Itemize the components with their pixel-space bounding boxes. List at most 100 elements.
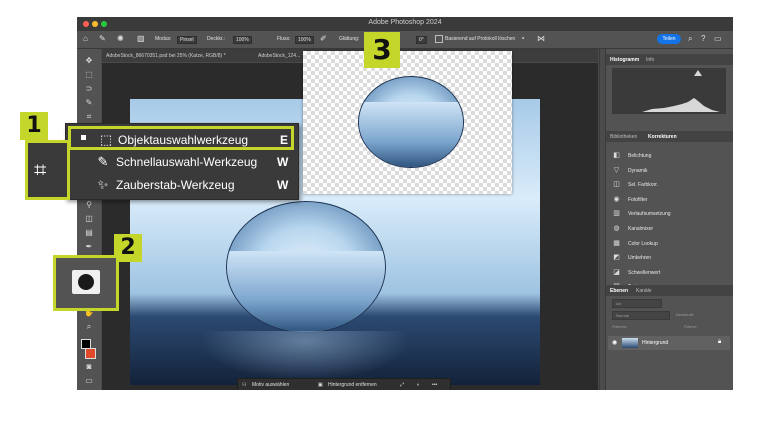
search-icon[interactable]: ⌕ <box>688 34 692 44</box>
mode-select[interactable]: Pinsel <box>177 36 197 44</box>
brush-settings-icon[interactable]: ▧ <box>137 34 145 43</box>
move-tool-icon[interactable]: ✥ <box>82 55 96 67</box>
tab-info[interactable]: Info <box>646 57 654 63</box>
transform-icon[interactable]: ⤢ <box>400 382 404 388</box>
active-tool-marker <box>81 135 86 140</box>
exposure-icon: ◧ <box>613 152 620 159</box>
lock-icon[interactable]: 🔒︎ <box>718 339 721 346</box>
gradient-map-icon: ▥ <box>613 210 620 218</box>
workspace-icon[interactable]: ▭ <box>714 34 722 43</box>
layer-row[interactable]: ◉ Hintergrund 🔒︎ <box>608 336 730 350</box>
layer-thumbnail <box>622 338 638 348</box>
quick-mask-zoom <box>53 255 119 311</box>
tab-histogram[interactable]: Histogramm <box>610 57 639 63</box>
symmetry-icon[interactable]: ⋈ <box>537 34 545 43</box>
zoom-tool-icon[interactable]: ⌕ <box>82 321 96 333</box>
marquee-tool-icon[interactable]: ⬚ <box>82 69 96 81</box>
histogram-display <box>612 68 726 114</box>
flyout-item-magic-wand[interactable]: ✨︎ Zauberstab-Werkzeug W <box>66 174 298 196</box>
crop-tool-icon[interactable]: ⌗ <box>82 111 96 123</box>
document-tab[interactable]: AdobeStock_124... <box>258 53 300 59</box>
lasso-tool-icon[interactable]: ⊃ <box>82 83 96 95</box>
pen-tool-icon[interactable]: ✒ <box>82 241 96 253</box>
adjustment-item[interactable]: ◩ Umkehren <box>612 251 722 265</box>
flyout-item-label: Schnellauswahl-Werkzeug <box>116 155 258 169</box>
quick-mask-icon[interactable]: ◙ <box>82 361 96 373</box>
tab-adjustments[interactable]: Korrekturen <box>648 134 677 140</box>
adjustment-item[interactable]: ◍ Kanalmixer <box>612 222 722 236</box>
home-icon[interactable]: ⌂ <box>83 34 88 43</box>
adjustment-item[interactable]: ◫ Sel. Farbkorr. <box>612 178 722 192</box>
tab-layers[interactable]: Ebenen <box>610 288 628 294</box>
erase-history-label: Basierend auf Protokoll löschen <box>445 36 516 42</box>
cutout-preview <box>303 51 512 194</box>
adjustment-label: Fotofilter <box>628 196 648 203</box>
background-color-swatch[interactable] <box>85 348 96 359</box>
angle-field[interactable]: 0° <box>416 36 427 44</box>
blend-mode-select[interactable]: Normal <box>612 311 670 320</box>
brush-tool-icon[interactable]: ✎ <box>82 97 96 109</box>
bowl-reflection <box>200 331 410 381</box>
adjustment-label: Sel. Farbkorr. <box>628 182 659 189</box>
adjustment-label: Color Lookup <box>628 240 658 247</box>
crop-tool-zoom: ⌗ <box>25 140 70 200</box>
tab-channels[interactable]: Kanäle <box>636 288 652 294</box>
adjustment-label: Umkehren <box>628 255 652 262</box>
layer-filter-text: Art <box>616 301 622 306</box>
eraser-tool-icon[interactable]: ✎ <box>99 34 106 43</box>
flyout-item-quick-selection[interactable]: ✎ Schnellauswahl-Werkzeug W <box>66 151 298 173</box>
remove-background-icon[interactable]: ▣ <box>318 382 323 388</box>
layer-filter-field[interactable]: Art <box>612 299 662 308</box>
more-options-icon[interactable]: ••• <box>432 382 437 388</box>
adjustment-label: Schwellenwert <box>628 269 661 276</box>
color-lookup-icon: ▦ <box>613 239 620 247</box>
adjustment-item[interactable]: ◪ Schwellenwert <box>612 266 722 280</box>
quick-mask-icon-circle <box>78 274 94 290</box>
erase-history-checkbox[interactable] <box>435 35 443 43</box>
adjustment-item[interactable]: ▽ Dynamik <box>612 164 722 178</box>
remove-background-button[interactable]: Hintergrund entfernen <box>328 382 377 388</box>
flow-label: Fluss: <box>277 36 291 42</box>
airbrush-icon[interactable]: ✐ <box>320 34 327 43</box>
window-title: Adobe Photoshop 2024 <box>368 19 442 26</box>
layers-panel-tabs: Ebenen Kanäle <box>606 285 733 296</box>
pressure-icon[interactable]: ◔ <box>520 34 525 43</box>
document-tab[interactable]: AdobeStock_86670351.psd bei 25% (Katze, … <box>106 53 226 59</box>
adjustment-item[interactable]: ◉ Fotofilter <box>612 193 722 207</box>
select-subject-icon[interactable]: ⚇ <box>242 382 246 388</box>
object-selection-icon: ⬚ <box>99 132 113 147</box>
right-panels: Histogramm Info Bibliotheken Korrekturen… <box>605 49 733 390</box>
share-button[interactable]: Teilen <box>657 34 681 44</box>
mask-icon[interactable]: ◑ <box>416 382 419 388</box>
brush-preset-icon[interactable]: ✺ <box>117 34 124 43</box>
tab-libraries[interactable]: Bibliotheken <box>610 134 637 140</box>
crop-tool-icon: ⌗ <box>34 157 47 182</box>
adjustment-item[interactable]: ▦ Color Lookup <box>612 237 722 251</box>
flyout-item-object-selection[interactable]: ⬚ Objektauswahlwerkzeug E <box>68 126 294 150</box>
opacity-field[interactable]: 100% <box>233 36 252 44</box>
flow-field[interactable]: 100% <box>295 36 314 44</box>
cutout-bowl-water <box>359 102 463 167</box>
adjustments-panel-tabs: Bibliotheken Korrekturen <box>606 131 733 142</box>
eraser-tool-icon[interactable]: ◫ <box>82 213 96 225</box>
select-subject-button[interactable]: Motiv auswählen <box>252 382 289 388</box>
gradient-tool-icon[interactable]: ▤ <box>82 227 96 239</box>
mode-label: Modus: <box>155 36 172 42</box>
contextual-task-bar: ⚇ Motiv auswählen ▣ Hintergrund entferne… <box>237 378 451 390</box>
histogram-panel-tabs: Histogramm Info <box>606 54 733 65</box>
flyout-item-label: Objektauswahlwerkzeug <box>118 133 249 147</box>
histogram-graph <box>622 70 720 112</box>
layer-name: Hintergrund <box>642 340 669 346</box>
clone-tool-icon[interactable]: ⚲ <box>82 199 96 211</box>
screen-mode-icon[interactable]: ▭ <box>82 375 96 387</box>
vibrance-icon: ▽ <box>613 166 620 174</box>
adjustment-label: Verlaufsumsetzung <box>628 211 671 218</box>
adjustment-item[interactable]: ◧ Belichtung <box>612 149 722 163</box>
smoothing-label: Glättung: <box>339 36 360 42</box>
help-icon[interactable]: ? <box>701 34 705 43</box>
visibility-eye-icon[interactable]: ◉ <box>612 339 617 346</box>
threshold-icon: ◪ <box>613 268 620 276</box>
photo-filter-icon: ◉ <box>613 195 620 203</box>
adjustment-item[interactable]: ▥ Verlaufsumsetzung <box>612 207 722 221</box>
opacity-label: Deckkraft: <box>676 312 695 317</box>
